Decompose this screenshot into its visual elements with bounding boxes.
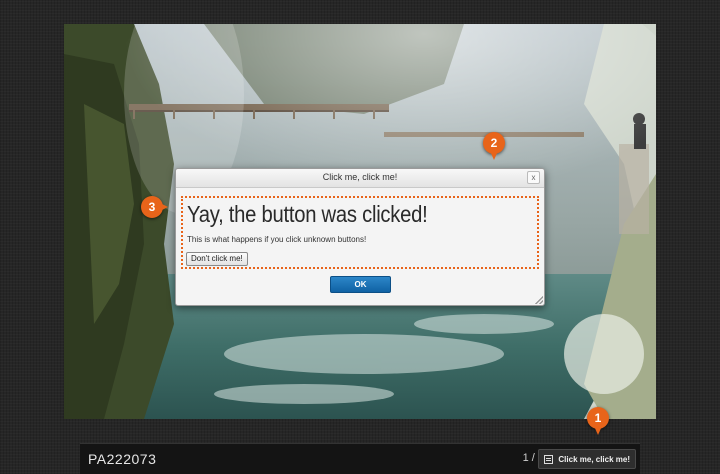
dialog-titlebar[interactable]: Click me, click me! x	[176, 169, 544, 188]
list-icon	[544, 454, 554, 464]
modal-dialog: Click me, click me! x Yay, the button wa…	[175, 168, 545, 306]
callout-marker-2: 2	[483, 132, 505, 160]
lightbox-caption-bar: PA222073 1 / 3 Click me, click me!	[80, 443, 640, 474]
callout-marker-1: 1	[587, 407, 609, 435]
dialog-message: This is what happens if you click unknow…	[187, 235, 367, 244]
dont-click-button[interactable]: Don't click me!	[186, 252, 248, 266]
dialog-content-highlight: Yay, the button was clicked! This is wha…	[181, 196, 539, 269]
image-title: PA222073	[88, 451, 157, 467]
dialog-title: Click me, click me!	[322, 172, 398, 182]
resize-grip-icon[interactable]	[535, 296, 543, 304]
callout-marker-3: 3	[141, 196, 168, 218]
click-me-button[interactable]: Click me, click me!	[538, 449, 636, 469]
dialog-heading: Yay, the button was clicked!	[187, 201, 428, 227]
ok-button[interactable]: OK	[330, 276, 391, 293]
close-button[interactable]: x	[527, 171, 540, 184]
click-me-button-label: Click me, click me!	[558, 454, 630, 464]
